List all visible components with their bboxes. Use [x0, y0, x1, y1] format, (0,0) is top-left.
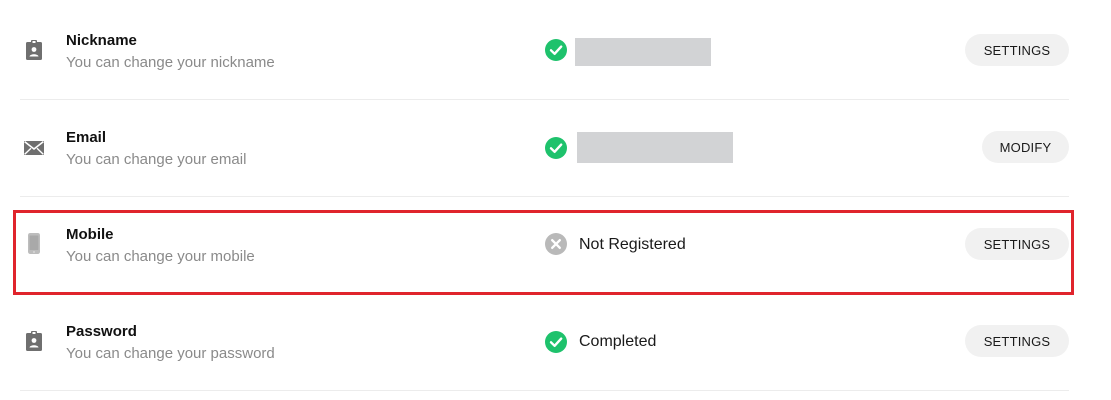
- envelope-icon: [24, 140, 44, 155]
- account-row-password: Password You can change your password Co…: [0, 291, 1111, 388]
- row-divider: [20, 390, 1069, 391]
- check-circle-icon: [545, 39, 567, 61]
- account-row-mobile: Mobile You can change your mobile Not Re…: [0, 194, 1111, 291]
- account-row-email: Email You can change your email MODIFY: [0, 97, 1111, 194]
- row-title: Mobile: [66, 226, 114, 243]
- check-circle-icon: [545, 331, 567, 353]
- smartphone-icon: [28, 233, 40, 254]
- row-description: You can change your email: [66, 151, 247, 168]
- mobile-settings-button[interactable]: SETTINGS: [965, 228, 1069, 260]
- row-title: Email: [66, 129, 107, 146]
- password-settings-button[interactable]: SETTINGS: [965, 325, 1069, 357]
- masked-email-value: [577, 132, 733, 163]
- contact-badge-icon: [26, 331, 42, 351]
- row-title: Nickname: [66, 32, 137, 49]
- row-description: You can change your nickname: [66, 54, 275, 71]
- mobile-status-text: Not Registered: [579, 236, 686, 253]
- nickname-settings-button[interactable]: SETTINGS: [965, 34, 1069, 66]
- masked-nickname-value: [575, 38, 711, 66]
- row-title: Password: [66, 323, 137, 340]
- email-modify-button[interactable]: MODIFY: [982, 131, 1069, 163]
- password-status-text: Completed: [579, 333, 657, 350]
- check-circle-icon: [545, 137, 567, 159]
- x-circle-icon: [545, 233, 567, 255]
- row-description: You can change your password: [66, 345, 275, 362]
- contact-badge-icon: [26, 40, 42, 60]
- account-row-nickname: Nickname You can change your nickname SE…: [0, 0, 1111, 97]
- row-description: You can change your mobile: [66, 248, 255, 265]
